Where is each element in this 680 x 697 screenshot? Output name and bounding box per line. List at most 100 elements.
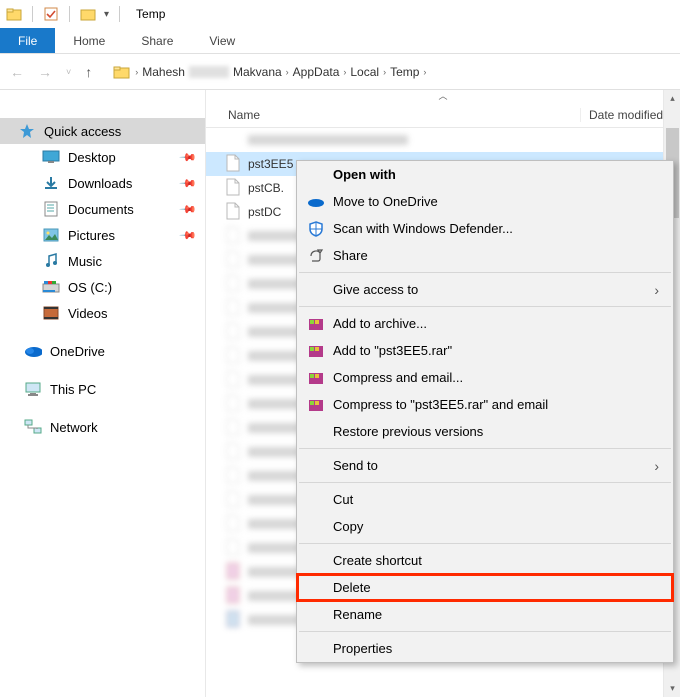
- qat-dropdown-icon[interactable]: ▾: [104, 9, 109, 20]
- navigation-bar: ← → ˅ ↑ › Mahesh Makvana› AppData› Local…: [0, 54, 680, 90]
- window-title: Temp: [136, 7, 165, 21]
- title-bar: ▾ Temp: [0, 0, 680, 28]
- sidebar-onedrive[interactable]: OneDrive: [0, 338, 205, 364]
- file-name: pstCB.: [248, 181, 284, 195]
- sidebar-quick-access[interactable]: Quick access: [0, 118, 205, 144]
- chevron-right-icon[interactable]: ›: [343, 67, 346, 77]
- file-icon: [226, 610, 242, 630]
- file-icon: [226, 442, 242, 462]
- file-tab[interactable]: File: [0, 28, 55, 53]
- ribbon: File Home Share View: [0, 28, 680, 54]
- navigation-pane: Quick access Desktop 📌 Downloads 📌 Docum…: [0, 90, 205, 697]
- file-icon: [226, 586, 242, 606]
- ribbon-collapse-icon[interactable]: ︿: [206, 90, 680, 102]
- pictures-icon: [42, 226, 60, 244]
- file-icon: [226, 154, 242, 174]
- sidebar-this-pc[interactable]: This PC: [0, 376, 205, 402]
- sidebar-item-pictures[interactable]: Pictures 📌: [0, 222, 205, 248]
- menu-item-properties[interactable]: Properties: [297, 635, 673, 662]
- onedrive-icon: [305, 196, 327, 208]
- file-icon: [226, 202, 242, 222]
- folder-icon: [6, 6, 22, 22]
- file-icon: [226, 346, 242, 366]
- share-tab[interactable]: Share: [123, 28, 191, 53]
- sidebar-item-videos[interactable]: Videos: [0, 300, 205, 326]
- winrar-icon: [305, 397, 327, 413]
- file-icon: [226, 298, 242, 318]
- sidebar-item-music[interactable]: Music: [0, 248, 205, 274]
- pin-icon: 📌: [179, 226, 198, 245]
- menu-item-copy[interactable]: Copy: [297, 513, 673, 540]
- videos-icon: [42, 304, 60, 322]
- forward-button[interactable]: →: [38, 64, 52, 80]
- file-icon: [226, 562, 242, 582]
- menu-item-move-to-onedrive[interactable]: Move to OneDrive: [297, 188, 673, 215]
- menu-item-scan-defender[interactable]: Scan with Windows Defender...: [297, 215, 673, 242]
- winrar-icon: [305, 316, 327, 332]
- file-icon: [226, 370, 242, 390]
- breadcrumb-chevron[interactable]: ›: [135, 67, 138, 77]
- up-button[interactable]: ↑: [85, 64, 92, 80]
- file-name: pst3EE5: [248, 157, 293, 171]
- file-icon: [226, 394, 242, 414]
- sidebar-item-downloads[interactable]: Downloads 📌: [0, 170, 205, 196]
- back-button[interactable]: ←: [10, 64, 24, 80]
- this-pc-icon: [24, 380, 42, 398]
- defender-icon: [305, 221, 327, 237]
- file-icon: [226, 490, 242, 510]
- chevron-right-icon[interactable]: ›: [423, 67, 426, 77]
- file-icon: [226, 418, 242, 438]
- menu-item-add-to-archive[interactable]: Add to archive...: [297, 310, 673, 337]
- chevron-right-icon[interactable]: ›: [286, 67, 289, 77]
- pin-icon: 📌: [179, 148, 198, 167]
- breadcrumb: Makvana›: [233, 65, 289, 79]
- sidebar-item-desktop[interactable]: Desktop 📌: [0, 144, 205, 170]
- share-icon: [305, 248, 327, 264]
- chevron-right-icon: ›: [654, 282, 659, 298]
- desktop-icon: [42, 148, 60, 166]
- menu-item-compress-to-rar-email[interactable]: Compress to "pst3EE5.rar" and email: [297, 391, 673, 418]
- menu-item-cut[interactable]: Cut: [297, 486, 673, 513]
- scroll-up-icon[interactable]: ▴: [664, 90, 680, 107]
- menu-item-share[interactable]: Share: [297, 242, 673, 269]
- file-icon: [226, 514, 242, 534]
- menu-item-give-access-to[interactable]: Give access to›: [297, 276, 673, 303]
- documents-icon: [42, 200, 60, 218]
- star-icon: [18, 122, 36, 140]
- sidebar-item-documents[interactable]: Documents 📌: [0, 196, 205, 222]
- menu-item-rename[interactable]: Rename: [297, 601, 673, 628]
- file-icon: [226, 466, 242, 486]
- menu-item-compress-email[interactable]: Compress and email...: [297, 364, 673, 391]
- file-icon: [226, 226, 242, 246]
- recent-dropdown-icon[interactable]: ˅: [66, 67, 71, 77]
- chevron-right-icon: ›: [654, 458, 659, 474]
- file-icon: [226, 322, 242, 342]
- breadcrumb: Temp›: [390, 65, 426, 79]
- view-tab[interactable]: View: [191, 28, 253, 53]
- scroll-down-icon[interactable]: ▾: [664, 680, 680, 697]
- sidebar-network[interactable]: Network: [0, 414, 205, 440]
- properties-qat-icon[interactable]: [43, 6, 59, 22]
- menu-item-open-with[interactable]: Open with: [297, 161, 673, 188]
- folder-icon: [113, 64, 131, 80]
- sidebar-item-os-c[interactable]: OS (C:): [0, 274, 205, 300]
- menu-item-add-to-rar[interactable]: Add to "pst3EE5.rar": [297, 337, 673, 364]
- pin-icon: 📌: [179, 174, 198, 193]
- pin-icon: 📌: [179, 200, 198, 219]
- winrar-icon: [305, 343, 327, 359]
- file-row[interactable]: [206, 128, 663, 152]
- file-icon: [226, 250, 242, 270]
- chevron-right-icon[interactable]: ›: [383, 67, 386, 77]
- downloads-icon: [42, 174, 60, 192]
- folder-qat-icon[interactable]: [80, 6, 96, 22]
- menu-item-delete[interactable]: Delete: [297, 574, 673, 601]
- menu-item-send-to[interactable]: Send to›: [297, 452, 673, 479]
- column-name[interactable]: Name: [206, 108, 580, 122]
- menu-item-restore-previous[interactable]: Restore previous versions: [297, 418, 673, 445]
- address-bar[interactable]: › Mahesh Makvana› AppData› Local› Temp›: [106, 60, 670, 84]
- music-icon: [42, 252, 60, 270]
- menu-item-create-shortcut[interactable]: Create shortcut: [297, 547, 673, 574]
- file-icon: [226, 178, 242, 198]
- home-tab[interactable]: Home: [55, 28, 123, 53]
- network-icon: [24, 418, 42, 436]
